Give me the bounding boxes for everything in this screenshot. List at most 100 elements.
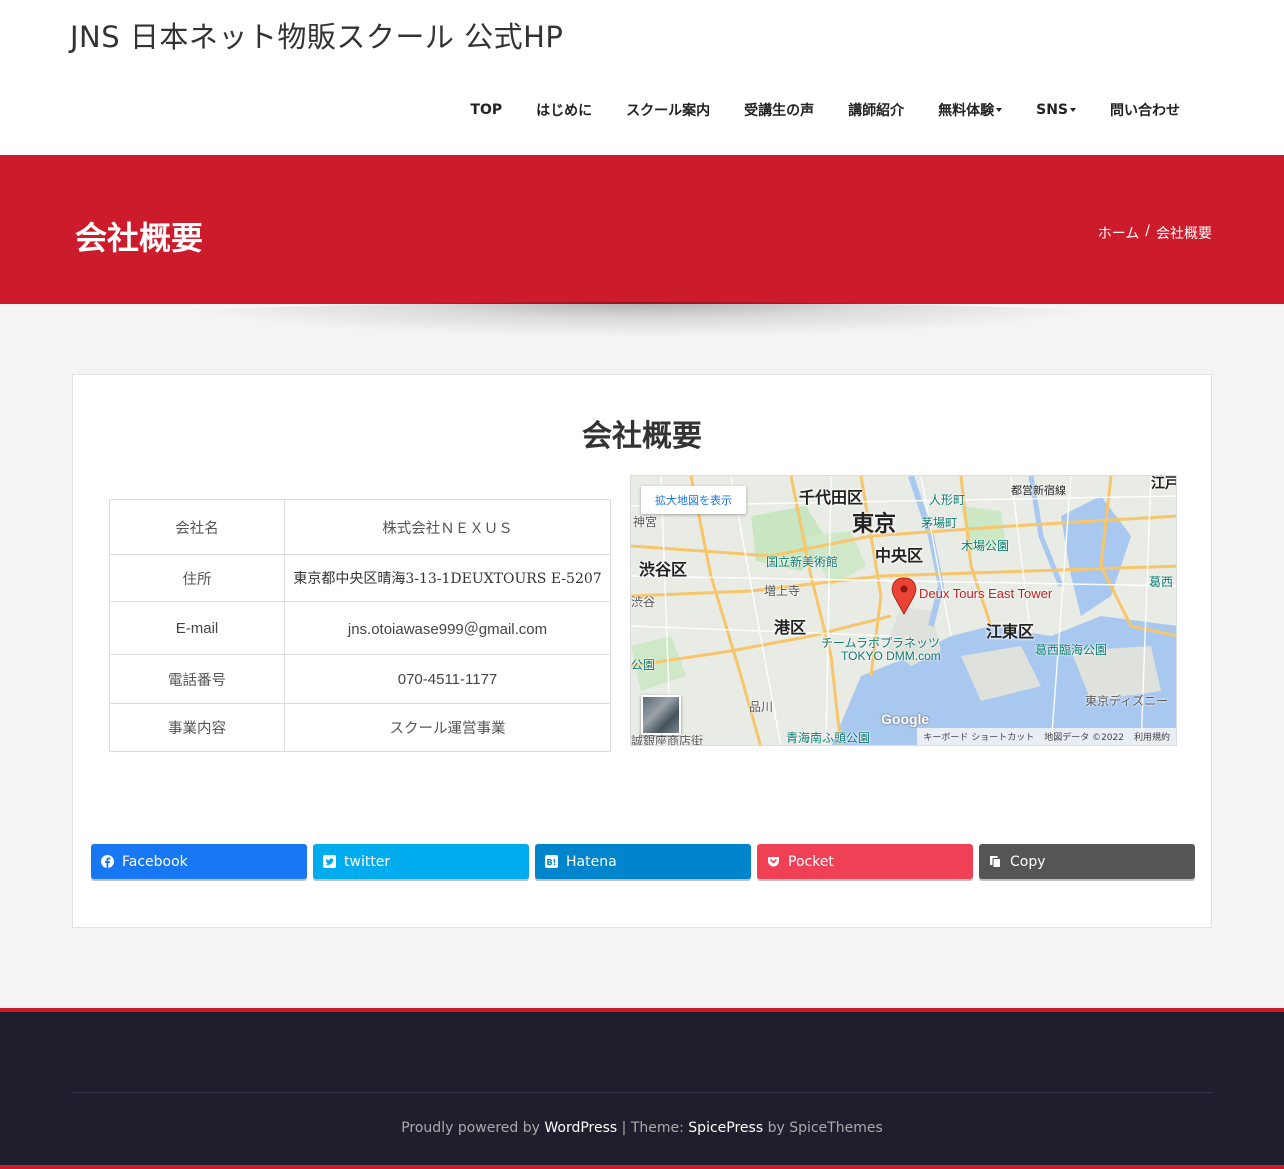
map-poi-nact: 国立新美術館 (766, 555, 839, 569)
business-label: 事業内容 (109, 703, 285, 752)
view-larger-map-link[interactable]: 拡大地図を表示 (641, 486, 746, 514)
main-nav: TOP はじめに スクール案内 受講生の声 講師紹介 無料体験 SNS 問い合わ… (453, 100, 1197, 120)
banner-shadow (100, 302, 1184, 342)
map-data-text: 地図データ ©2022 (1044, 733, 1124, 743)
map-poi-park: 公園 (631, 658, 656, 672)
map-label-chiyoda: 千代田区 (799, 490, 864, 507)
nav-item-sns[interactable]: SNS (1019, 100, 1093, 120)
wordpress-link[interactable]: WordPress (544, 1120, 617, 1136)
nav-item-voices[interactable]: 受講生の声 (727, 100, 831, 120)
copy-share-button[interactable]: Copy (979, 844, 1195, 879)
caret-down-icon (1070, 108, 1076, 112)
site-header: JNS 日本ネット物販スクール 公式HP TOP はじめに スクール案内 受講生… (0, 0, 1284, 155)
site-title[interactable]: JNS 日本ネット物販スクール 公式HP (70, 14, 563, 56)
company-info-table: 会社名 株式会社ＮＥＸＵＳ 住所 東京都中央区晴海3-13-1DEUXTOURS… (109, 499, 611, 752)
share-label: Hatena (566, 853, 617, 870)
share-buttons: Facebook twitter B! Hatena Pocket Copy (91, 844, 1195, 879)
footer-powered-text: Proudly powered by (401, 1120, 540, 1136)
breadcrumb-home-link[interactable]: ホーム (1098, 223, 1140, 243)
share-label: Facebook (122, 853, 188, 870)
twitter-share-button[interactable]: twitter (313, 844, 529, 879)
nav-item-school[interactable]: スクール案内 (609, 100, 727, 120)
map-poi-kiba-park: 木場公園 (961, 539, 1010, 553)
footer-theme-text: Theme: (630, 1120, 684, 1136)
email-value: jns.otoiawase999＠gmail.com (284, 601, 611, 655)
share-label: Copy (1010, 853, 1046, 870)
map-poi-kasai: 葛西臨海公園 (1035, 643, 1108, 657)
map-poi-zojoji: 増上寺 (764, 584, 801, 598)
nav-label: スクール案内 (626, 103, 711, 119)
map-label-toshin: 都営新宿線 (1011, 485, 1066, 497)
page-banner: 会社概要 ホーム / 会社概要 (0, 155, 1284, 304)
breadcrumb-current: 会社概要 (1156, 226, 1212, 242)
section-title: 会社概要 (582, 419, 702, 454)
map-label-edo: 江戸 (1151, 475, 1177, 491)
map-poi-aomi: 青海南ふ頭公園 (786, 731, 871, 745)
phone-label: 電話番号 (109, 654, 285, 704)
map-attribution: キーボード ショートカット 地図データ ©2022 利用規約 (917, 728, 1176, 745)
map-label-koto: 江東区 (986, 624, 1035, 641)
content-card: 会社概要 会社名 株式会社ＮＥＸＵＳ 住所 東京都中央区晴海3-13-1DEUX… (72, 374, 1212, 928)
map-poi-shibuya-station: 渋谷 (631, 595, 656, 609)
google-logo: Google (881, 711, 930, 727)
site-footer: Proudly powered by WordPress | Theme: Sp… (0, 1008, 1284, 1169)
caret-down-icon (996, 108, 1003, 112)
email-label: E-mail (109, 601, 285, 655)
nav-label: 受講生の声 (744, 103, 815, 119)
nav-label: 問い合わせ (1110, 103, 1180, 119)
copy-icon (989, 855, 1002, 868)
terms-link[interactable]: 利用規約 (1134, 730, 1170, 743)
address-label: 住所 (109, 554, 285, 602)
nav-item-top[interactable]: TOP (453, 100, 519, 120)
footer-separator: | (621, 1120, 627, 1136)
map-poi-kayabacho: 茅場町 (921, 516, 958, 530)
nav-label: はじめに (536, 103, 593, 119)
share-label: Pocket (788, 853, 834, 870)
facebook-icon (101, 855, 114, 868)
company-name-value: 株式会社ＮＥＸＵＳ (284, 499, 611, 555)
google-map[interactable]: 拡大地図を表示 千代田区 東京 中央区 渋谷区 港区 江東区 都営新宿線 江戸 … (630, 475, 1177, 746)
map-poi-dmm: TOKYO DMM.com (841, 649, 941, 663)
footer-by-text: by SpiceThemes (767, 1120, 883, 1136)
nav-label: 無料体験 (938, 103, 995, 119)
table-row: 事業内容 スクール運営事業 (109, 703, 611, 752)
facebook-share-button[interactable]: Facebook (91, 844, 307, 879)
pocket-share-button[interactable]: Pocket (757, 844, 973, 879)
hatena-share-button[interactable]: B! Hatena (535, 844, 751, 879)
twitter-icon (323, 855, 336, 868)
map-poi-shinagawa: 品川 (749, 700, 774, 714)
satellite-toggle-button[interactable] (641, 695, 681, 735)
footer-credits: Proudly powered by WordPress | Theme: Sp… (0, 1120, 1284, 1136)
nav-label: 講師紹介 (848, 103, 905, 119)
map-label-tokyo: 東京 (852, 511, 897, 536)
keyboard-shortcuts-link[interactable]: キーボード ショートカット (923, 730, 1034, 743)
map-poi-kasai-2: 葛西 (1149, 575, 1174, 589)
table-row: 会社名 株式会社ＮＥＸＵＳ (109, 499, 611, 555)
address-value: 東京都中央区晴海3-13-1DEUXTOURS E-5207 (284, 554, 611, 602)
footer-bottom-bar (0, 1165, 1284, 1169)
table-row: 住所 東京都中央区晴海3-13-1DEUXTOURS E-5207 (109, 554, 611, 602)
phone-value: 070-4511-1177 (284, 654, 611, 704)
map-label-shibuya: 渋谷区 (639, 562, 688, 579)
breadcrumb-separator: / (1145, 223, 1150, 239)
map-poi-ningyocho: 人形町 (929, 493, 966, 507)
nav-item-instructors[interactable]: 講師紹介 (831, 100, 921, 120)
nav-item-free-trial[interactable]: 無料体験 (921, 100, 1019, 120)
nav-item-contact[interactable]: 問い合わせ (1093, 100, 1197, 120)
map-poi-disney: 東京ディズニー (1085, 694, 1169, 708)
table-row: E-mail jns.otoiawase999＠gmail.com (109, 601, 611, 655)
nav-item-intro[interactable]: はじめに (519, 100, 609, 120)
pocket-icon (767, 855, 780, 868)
map-label-minato: 港区 (774, 620, 807, 637)
spicepress-link[interactable]: SpicePress (688, 1120, 763, 1136)
svg-text:B!: B! (547, 858, 557, 867)
business-value: スクール運営事業 (284, 703, 611, 752)
table-row: 電話番号 070-4511-1177 (109, 654, 611, 704)
hatena-icon: B! (545, 855, 558, 868)
nav-label: TOP (470, 102, 503, 118)
footer-divider (72, 1092, 1212, 1093)
share-label: twitter (344, 853, 391, 870)
map-poi-harajuku: 神宮 (633, 515, 658, 529)
map-pin-label: Deux Tours East Tower (919, 586, 1053, 601)
page-title: 会社概要 (75, 219, 204, 257)
